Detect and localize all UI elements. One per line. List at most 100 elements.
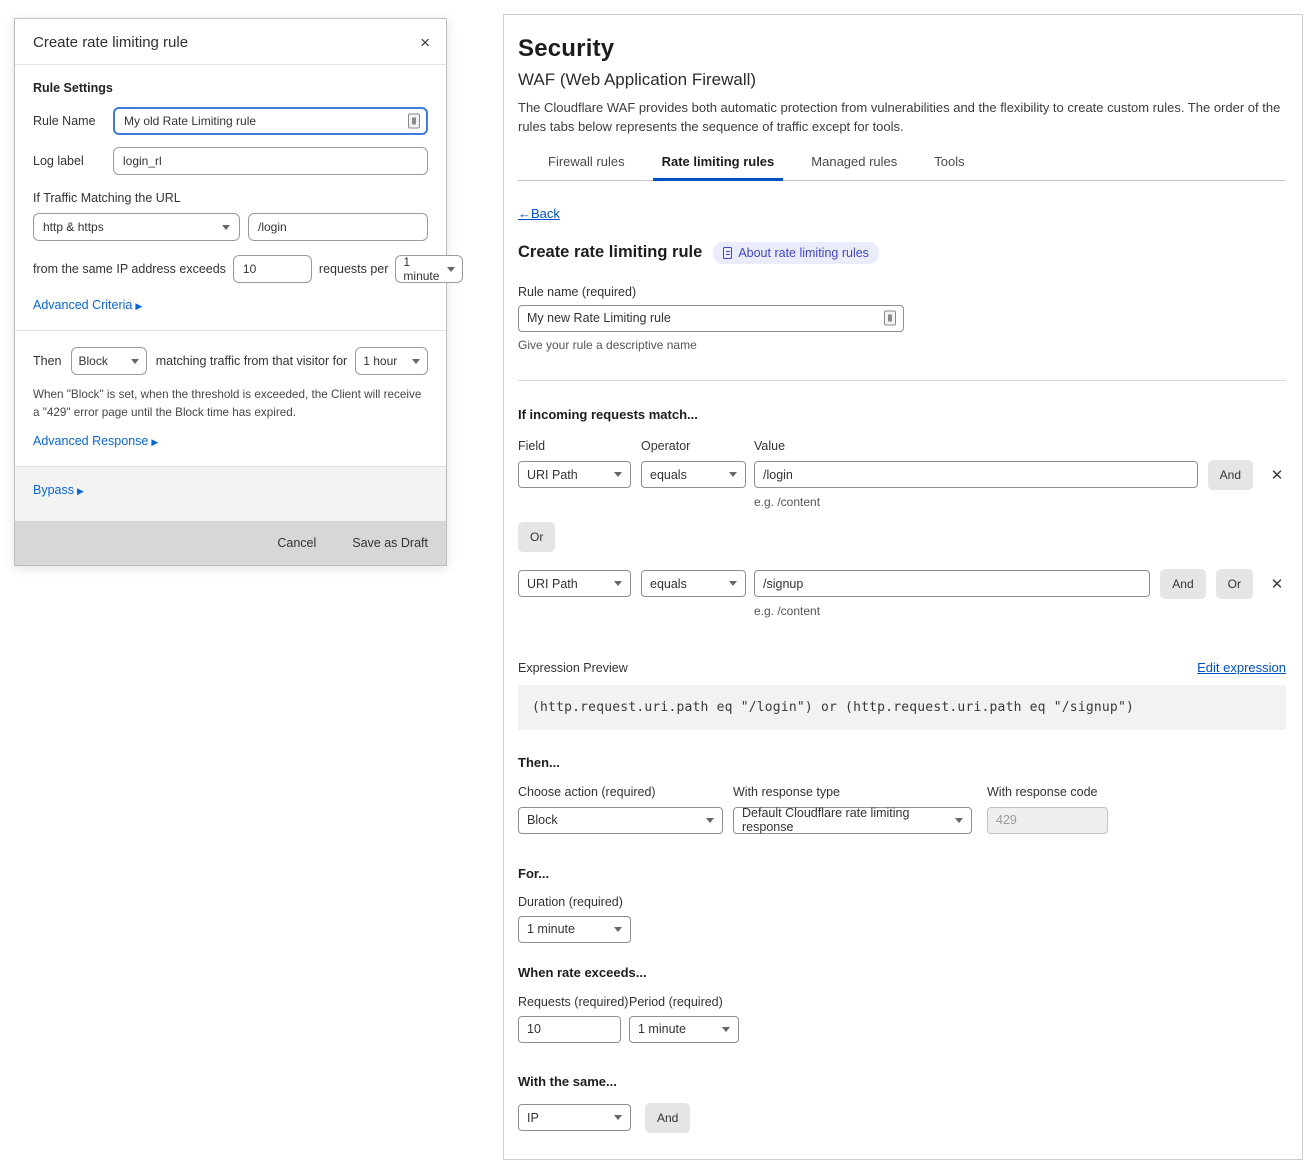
threshold-period-select[interactable]: 1 minute: [395, 255, 463, 283]
response-type-label: With response type: [733, 785, 972, 799]
scheme-select[interactable]: http & https: [33, 213, 240, 241]
and-button[interactable]: And: [1208, 460, 1253, 490]
url-input[interactable]: [248, 213, 428, 241]
rule-name-input[interactable]: [113, 107, 428, 135]
remove-condition-icon[interactable]: ✕: [1268, 466, 1286, 484]
page-subtitle: WAF (Web Application Firewall): [518, 70, 1286, 90]
operator-select[interactable]: equals: [641, 461, 746, 488]
docs-icon: [723, 247, 732, 259]
chevron-down-icon: [729, 472, 737, 477]
condition-row: URI Path equals And Or ✕: [518, 569, 1286, 599]
chevron-down-icon: [222, 225, 230, 230]
requests-label: Requests (required): [518, 995, 629, 1009]
bypass-link[interactable]: Bypass▶: [33, 483, 84, 497]
then-action-select[interactable]: Block: [71, 347, 147, 375]
save-as-draft-button[interactable]: Save as Draft: [352, 536, 428, 550]
rule-settings-heading: Rule Settings: [33, 81, 428, 95]
chevron-down-icon: [131, 359, 139, 364]
password-manager-icon[interactable]: [408, 114, 420, 129]
rule-name-label: Rule Name: [33, 114, 113, 128]
remove-condition-icon[interactable]: ✕: [1268, 575, 1286, 593]
and-button[interactable]: And: [1160, 569, 1205, 599]
divider: [518, 380, 1286, 381]
chevron-down-icon: [614, 927, 622, 932]
threshold-prefix-text: from the same IP address exceeds: [33, 262, 226, 276]
security-waf-panel: Security WAF (Web Application Firewall) …: [503, 14, 1303, 1160]
dialog-body: Rule Settings Rule Name Log label If Tra…: [15, 65, 446, 466]
disclosure-triangle-icon: ▶: [135, 301, 142, 311]
page-description: The Cloudflare WAF provides both automat…: [518, 99, 1286, 137]
duration-select[interactable]: 1 minute: [518, 916, 631, 943]
or-button[interactable]: Or: [1216, 569, 1253, 599]
rule-name-input[interactable]: [518, 305, 904, 332]
then-action-value: Block: [79, 354, 108, 368]
and-characteristic-button[interactable]: And: [645, 1103, 690, 1133]
dialog-header: Create rate limiting rule ×: [15, 19, 446, 65]
choose-action-label: Choose action (required): [518, 785, 723, 799]
response-type-value: Default Cloudflare rate limiting respons…: [742, 806, 947, 834]
disclosure-triangle-icon: ▶: [77, 486, 84, 496]
field-select-value: URI Path: [527, 577, 578, 591]
edit-expression-link[interactable]: Edit expression: [1197, 660, 1286, 675]
operator-select-value: equals: [650, 577, 687, 591]
close-icon[interactable]: ×: [420, 34, 430, 51]
chevron-down-icon: [412, 359, 420, 364]
requests-input[interactable]: [518, 1016, 621, 1043]
period-label: Period (required): [629, 995, 723, 1009]
operator-select[interactable]: equals: [641, 570, 746, 597]
log-label-label: Log label: [33, 154, 113, 168]
value-label: Value: [754, 439, 785, 453]
response-code-input: [987, 807, 1108, 834]
back-link[interactable]: ←Back: [518, 206, 560, 221]
old-rate-limit-dialog: Create rate limiting rule × Rule Setting…: [14, 18, 447, 566]
chevron-down-icon: [729, 581, 737, 586]
threshold-requests-input[interactable]: [233, 255, 312, 283]
about-rate-limiting-badge[interactable]: About rate limiting rules: [713, 242, 879, 264]
page-title: Security: [518, 35, 1286, 63]
value-input[interactable]: [754, 570, 1150, 597]
match-heading: If incoming requests match...: [518, 407, 1286, 422]
operator-select-value: equals: [650, 468, 687, 482]
then-middle-text: matching traffic from that visitor for: [156, 354, 348, 368]
expression-preview-code: (http.request.uri.path eq "/login") or (…: [518, 685, 1286, 730]
response-type-select[interactable]: Default Cloudflare rate limiting respons…: [733, 807, 972, 834]
dialog-title: Create rate limiting rule: [33, 34, 188, 51]
period-select[interactable]: 1 minute: [629, 1016, 739, 1043]
advanced-criteria-link[interactable]: Advanced Criteria▶: [33, 298, 142, 312]
then-duration-select[interactable]: 1 hour: [355, 347, 428, 375]
divider: [15, 330, 446, 331]
value-input[interactable]: [754, 461, 1198, 488]
bypass-section: Bypass▶: [15, 466, 446, 521]
block-note-text: When "Block" is set, when the threshold …: [33, 386, 428, 422]
chevron-down-icon: [447, 267, 455, 272]
rule-name-label: Rule name (required): [518, 285, 1286, 299]
back-arrow-icon: ←: [518, 206, 531, 221]
form-title: Create rate limiting rule: [518, 243, 702, 262]
chevron-down-icon: [614, 1115, 622, 1120]
characteristic-select[interactable]: IP: [518, 1104, 631, 1131]
scheme-select-value: http & https: [43, 220, 104, 234]
cancel-button[interactable]: Cancel: [277, 536, 316, 550]
waf-tabs: Firewall rules Rate limiting rules Manag…: [518, 154, 1286, 181]
field-select[interactable]: URI Path: [518, 570, 631, 597]
log-label-input[interactable]: [113, 147, 428, 175]
chevron-down-icon: [955, 818, 963, 823]
tab-tools[interactable]: Tools: [932, 154, 966, 180]
or-connector-button[interactable]: Or: [518, 522, 555, 552]
threshold-period-value: 1 minute: [403, 255, 439, 283]
field-select[interactable]: URI Path: [518, 461, 631, 488]
tab-firewall-rules[interactable]: Firewall rules: [546, 154, 627, 180]
field-label: Field: [518, 439, 641, 453]
tab-rate-limiting-rules[interactable]: Rate limiting rules: [660, 154, 777, 180]
advanced-response-link[interactable]: Advanced Response▶: [33, 434, 158, 448]
chevron-down-icon: [614, 581, 622, 586]
tab-managed-rules[interactable]: Managed rules: [809, 154, 899, 180]
action-select[interactable]: Block: [518, 807, 723, 834]
about-badge-label: About rate limiting rules: [738, 246, 869, 260]
for-heading: For...: [518, 866, 1286, 881]
chevron-down-icon: [614, 472, 622, 477]
duration-label: Duration (required): [518, 895, 1286, 909]
password-manager-icon[interactable]: [884, 311, 896, 326]
then-label: Then: [33, 354, 62, 368]
action-select-value: Block: [527, 813, 558, 827]
